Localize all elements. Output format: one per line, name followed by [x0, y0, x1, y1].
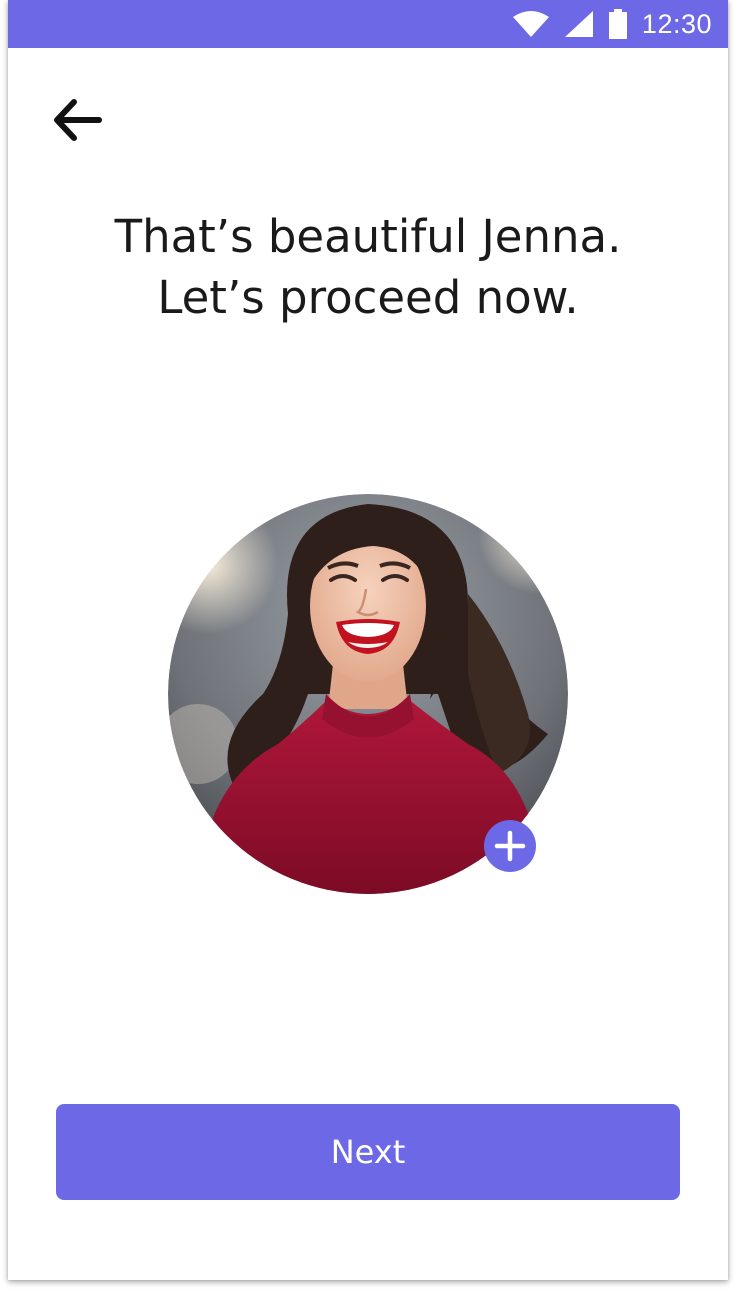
title-line-1: That’s beautiful Jenna. [114, 210, 622, 263]
battery-icon [608, 9, 627, 39]
page-title: That’s beautiful Jenna. Let’s proceed no… [8, 206, 728, 328]
status-time: 12:30 [641, 8, 712, 39]
arrow-left-icon [54, 99, 102, 141]
next-button-label: Next [330, 1133, 406, 1171]
cellular-signal-icon [564, 11, 593, 37]
next-button[interactable]: Next [56, 1104, 680, 1200]
plus-icon [494, 830, 526, 862]
title-line-2: Let’s proceed now. [157, 271, 579, 324]
wifi-icon [512, 11, 549, 37]
profile-photo-container [168, 494, 568, 894]
phone-screen: 12:30 That’s beautiful Jenna. Let’s proc… [8, 0, 728, 1280]
add-photo-button[interactable] [484, 820, 536, 872]
back-button[interactable] [48, 92, 108, 148]
status-bar: 12:30 [8, 0, 728, 48]
status-icons: 12:30 [512, 0, 712, 48]
